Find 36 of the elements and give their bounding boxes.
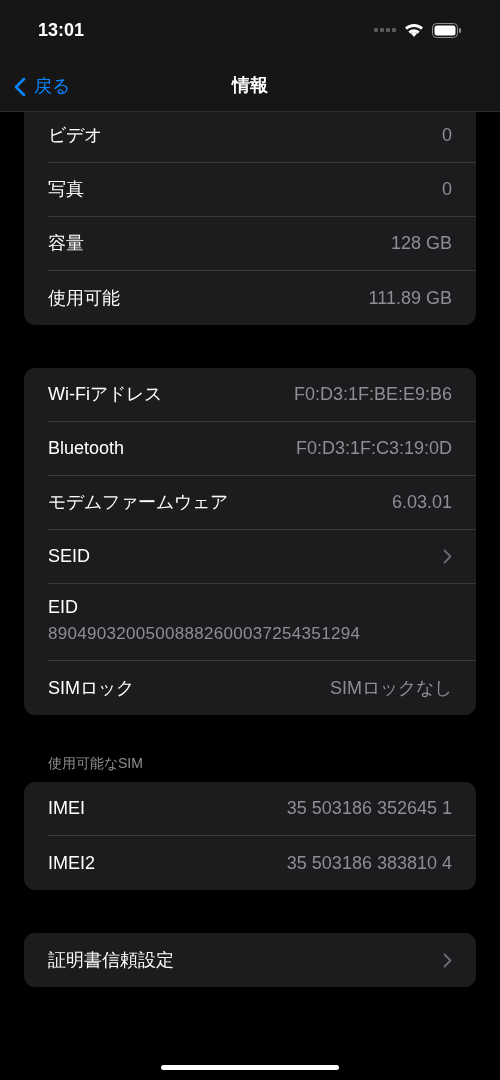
list-row[interactable]: 証明書信頼設定 bbox=[48, 933, 476, 987]
back-chevron-icon bbox=[14, 76, 26, 97]
row-value: SIMロックなし bbox=[330, 676, 452, 700]
row-label: ビデオ bbox=[48, 124, 102, 147]
row-label: SEID bbox=[48, 545, 90, 568]
row-label: Bluetooth bbox=[48, 437, 125, 460]
status-time: 13:01 bbox=[38, 18, 85, 42]
row-label: IMEI bbox=[48, 797, 85, 820]
row-value: 111.89 GB bbox=[368, 286, 452, 310]
nav-title: 情報 bbox=[232, 74, 268, 97]
row-label: 証明書信頼設定 bbox=[48, 948, 174, 972]
back-button[interactable]: 戻る bbox=[14, 73, 70, 100]
chevron-icon bbox=[443, 549, 452, 564]
row-value: 6.03.01 bbox=[391, 491, 452, 514]
battery-icon bbox=[432, 22, 462, 38]
row-value: 0 bbox=[442, 178, 452, 201]
row-label: Wi-Fiアドレス bbox=[48, 383, 162, 406]
wifi-icon bbox=[404, 22, 424, 38]
row-value: 35 503186 383810 4 bbox=[286, 851, 452, 875]
row-value: 89049032005008882600037254351294 bbox=[48, 623, 362, 645]
row-label: EID bbox=[48, 596, 79, 619]
signal-icon bbox=[374, 27, 396, 33]
row-label: IMEI2 bbox=[48, 851, 95, 875]
row-value: F0:D3:1F:C3:19:0D bbox=[295, 437, 452, 460]
chevron-icon bbox=[443, 952, 452, 968]
row-label: SIMロック bbox=[48, 676, 134, 700]
row-label: 写真 bbox=[48, 178, 84, 201]
section-header: 使用可能なSIM bbox=[47, 754, 144, 773]
list-row[interactable]: SEID bbox=[48, 530, 476, 584]
row-label: 使用可能 bbox=[48, 286, 120, 310]
row-value: F0:D3:1F:BE:E9:B6 bbox=[293, 383, 452, 406]
row-label: モデムファームウェア bbox=[48, 491, 228, 514]
row-value: 128 GB bbox=[390, 232, 452, 255]
row-value: 0 bbox=[442, 124, 452, 147]
row-value: 35 503186 352645 1 bbox=[286, 797, 452, 820]
row-label: 容量 bbox=[48, 232, 84, 255]
